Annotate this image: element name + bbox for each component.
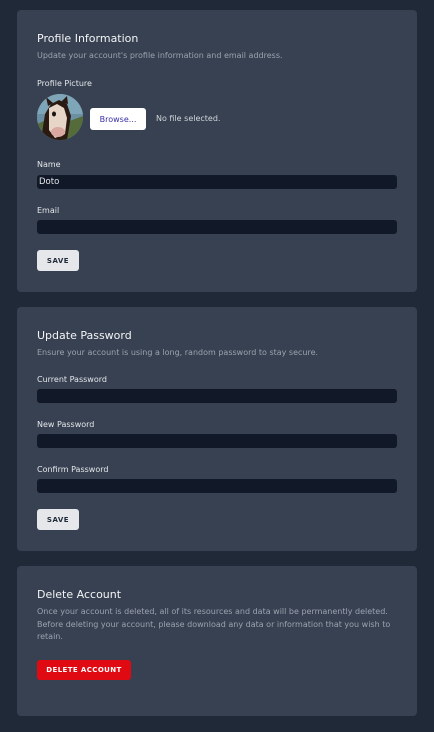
name-input[interactable] bbox=[37, 175, 397, 189]
current-password-input[interactable] bbox=[37, 389, 397, 403]
password-title: Update Password bbox=[37, 329, 132, 342]
browse-button[interactable]: Browse... bbox=[90, 108, 146, 130]
confirm-password-input[interactable] bbox=[37, 479, 397, 493]
password-subtitle: Ensure your account is using a long, ran… bbox=[37, 348, 319, 357]
email-input[interactable] bbox=[37, 220, 397, 234]
delete-title: Delete Account bbox=[37, 588, 122, 601]
update-password-card: Update Password Ensure your account is u… bbox=[17, 307, 417, 551]
profile-title: Profile Information bbox=[37, 32, 139, 45]
avatar bbox=[37, 94, 83, 140]
new-password-label: New Password bbox=[37, 420, 95, 429]
avatar-image bbox=[37, 94, 83, 140]
profile-information-card: Profile Information Update your account'… bbox=[17, 10, 417, 292]
delete-account-card: Delete Account Once your account is dele… bbox=[17, 566, 417, 716]
file-status-text: No file selected. bbox=[156, 114, 221, 123]
delete-account-button[interactable]: DELETE ACCOUNT bbox=[37, 660, 131, 680]
confirm-password-label: Confirm Password bbox=[37, 465, 109, 474]
profile-subtitle: Update your account's profile informatio… bbox=[37, 51, 283, 60]
profile-picture-label: Profile Picture bbox=[37, 79, 92, 88]
password-save-button[interactable]: SAVE bbox=[37, 509, 79, 530]
email-label: Email bbox=[37, 206, 60, 215]
delete-warning-text: Once your account is deleted, all of its… bbox=[37, 607, 391, 641]
name-label: Name bbox=[37, 160, 61, 169]
profile-save-button[interactable]: SAVE bbox=[37, 250, 79, 271]
current-password-label: Current Password bbox=[37, 375, 107, 384]
new-password-input[interactable] bbox=[37, 434, 397, 448]
